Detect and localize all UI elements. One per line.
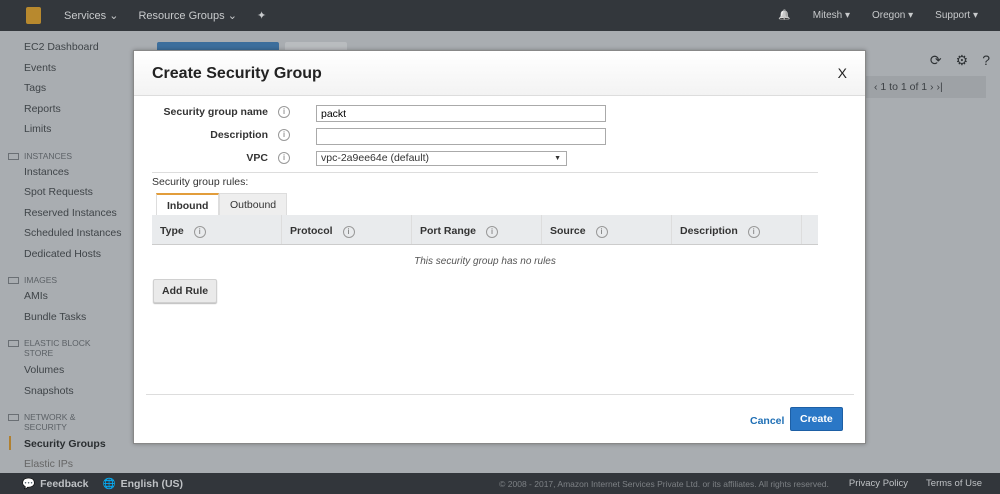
feedback-icon[interactable]: 💬 — [22, 477, 35, 490]
pin-icon[interactable]: ✦ — [257, 9, 266, 22]
info-icon[interactable]: i — [747, 226, 760, 238]
divider — [152, 172, 818, 173]
sidebar-item[interactable]: Volumes — [24, 364, 64, 376]
sidebar-item-security-groups[interactable]: Security Groups — [24, 438, 106, 450]
rules-table-header: Type i Protocol i Port Range i Source i Desc… — [152, 215, 818, 245]
sidebar-item[interactable]: Elastic IPs — [24, 458, 73, 470]
name-label: Security group name — [163, 106, 268, 118]
name-row: Security group name i — [134, 106, 290, 118]
description-input[interactable] — [316, 128, 606, 145]
toolbar: ⟳ ⚙ ? — [930, 52, 990, 69]
rules-label: Security group rules: — [152, 176, 249, 188]
privacy-policy-link[interactable]: Privacy Policy — [849, 478, 908, 489]
section-header[interactable]: ELASTIC BLOCK STORE — [8, 338, 104, 358]
dialog-title: Create Security Group — [152, 65, 322, 82]
resource-groups-menu[interactable]: Resource Groups ⌄ — [138, 9, 236, 22]
active-indicator — [9, 436, 11, 450]
pagination[interactable]: ‹ 1 to 1 of 1 › ›| — [866, 76, 986, 98]
cancel-button[interactable]: Cancel — [750, 415, 784, 427]
vpc-row: VPC i — [134, 152, 290, 164]
description-row: Description i — [134, 129, 290, 141]
sidebar-item[interactable]: Spot Requests — [24, 186, 93, 198]
section-header[interactable]: NETWORK & SECURITY — [8, 412, 94, 432]
column-type: Type i — [152, 215, 282, 244]
feedback-link[interactable]: Feedback — [40, 478, 88, 490]
sidebar-item[interactable]: Tags — [24, 82, 46, 94]
support-menu[interactable]: Support ▾ — [935, 10, 978, 21]
close-icon[interactable]: X — [838, 65, 847, 81]
create-button[interactable]: Create — [790, 407, 843, 431]
vpc-label: VPC — [246, 152, 268, 164]
column-description: Description i — [672, 215, 802, 244]
sidebar-item[interactable]: Dedicated Hosts — [24, 248, 101, 260]
column-source: Source i — [542, 215, 672, 244]
refresh-icon[interactable]: ⟳ — [930, 52, 942, 69]
globe-icon[interactable]: 🌐 — [103, 477, 116, 490]
bell-icon[interactable]: 🔔 — [778, 10, 790, 21]
info-icon[interactable]: i — [278, 152, 290, 164]
sidebar-item[interactable]: EC2 Dashboard — [24, 41, 99, 53]
tab-outbound[interactable]: Outbound — [219, 193, 288, 215]
sidebar-item[interactable]: AMIs — [24, 290, 48, 302]
vpc-select[interactable]: vpc-2a9ee64e (default) ▼ — [316, 151, 567, 166]
terms-of-use-link[interactable]: Terms of Use — [926, 478, 982, 489]
info-icon[interactable]: i — [342, 226, 355, 238]
column-port-range: Port Range i — [412, 215, 542, 244]
language-selector[interactable]: English (US) — [121, 478, 183, 490]
dialog-header: Create Security Group X — [134, 51, 865, 96]
info-icon[interactable]: i — [278, 129, 290, 141]
section-header[interactable]: IMAGES — [7, 275, 57, 285]
footer: 💬 Feedback 🌐 English (US) © 2008 - 2017,… — [0, 473, 1000, 494]
tab-inbound[interactable]: Inbound — [156, 193, 220, 215]
sidebar-item[interactable]: Limits — [24, 123, 51, 135]
description-label: Description — [210, 129, 268, 141]
section-header[interactable]: INSTANCES — [7, 151, 72, 161]
region-menu[interactable]: Oregon ▾ — [872, 10, 913, 21]
top-nav: Services ⌄ Resource Groups ⌄ ✦ 🔔 Mitesh … — [0, 0, 1000, 31]
user-menu[interactable]: Mitesh ▾ — [813, 10, 850, 21]
vpc-value: vpc-2a9ee64e (default) — [321, 152, 429, 164]
info-icon[interactable]: i — [486, 226, 499, 238]
security-group-name-input[interactable] — [316, 105, 606, 122]
gear-icon[interactable]: ⚙ — [956, 52, 969, 69]
copyright: © 2008 - 2017, Amazon Internet Services … — [499, 478, 829, 489]
sidebar: EC2 Dashboard Events Tags Reports Limits… — [0, 31, 140, 473]
create-security-group-dialog: Create Security Group X Security group n… — [133, 50, 866, 444]
divider — [146, 394, 854, 395]
column-protocol: Protocol i — [282, 215, 412, 244]
sidebar-item[interactable]: Instances — [24, 166, 69, 178]
empty-rules-message: This security group has no rules — [414, 256, 556, 267]
dropdown-arrow-icon: ▼ — [554, 155, 561, 162]
info-icon[interactable]: i — [595, 226, 608, 238]
info-icon[interactable]: i — [278, 106, 290, 118]
services-menu[interactable]: Services ⌄ — [64, 9, 118, 22]
sidebar-item[interactable]: Events — [24, 62, 56, 74]
info-icon[interactable]: i — [193, 226, 206, 238]
aws-logo-icon[interactable] — [26, 7, 41, 24]
sidebar-item[interactable]: Snapshots — [24, 385, 74, 397]
add-rule-button[interactable]: Add Rule — [153, 279, 218, 303]
sidebar-item[interactable]: Bundle Tasks — [24, 311, 86, 323]
sidebar-item[interactable]: Scheduled Instances — [24, 227, 121, 239]
sidebar-item[interactable]: Reserved Instances — [24, 207, 117, 219]
help-icon[interactable]: ? — [982, 52, 990, 69]
sidebar-item[interactable]: Reports — [24, 103, 61, 115]
